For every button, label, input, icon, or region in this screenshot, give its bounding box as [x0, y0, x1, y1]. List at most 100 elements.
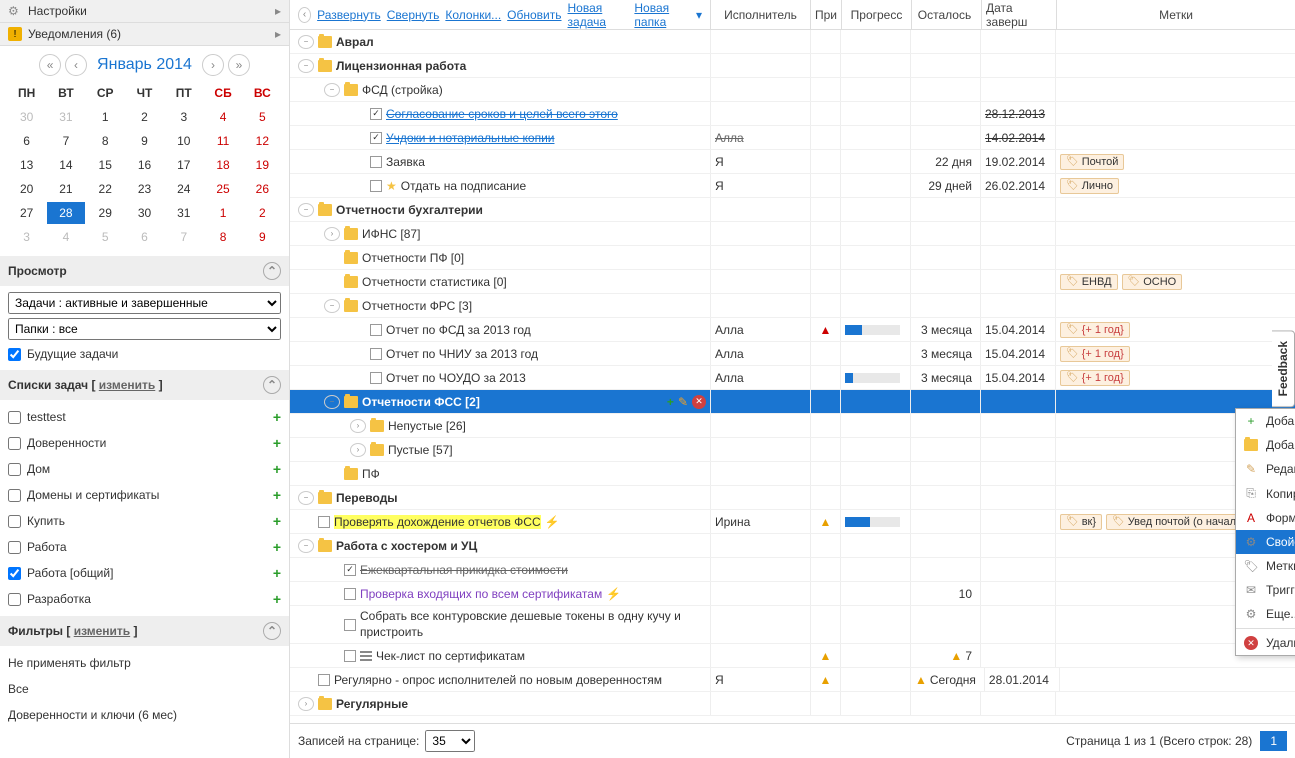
collapse-up-icon[interactable]: ⌃	[263, 622, 281, 640]
ctx-Триггеры[interactable]: ✉Триггеры	[1236, 578, 1295, 602]
notifications-row[interactable]: ! Уведомления (6) ▸	[0, 23, 289, 46]
cal-day[interactable]: 4	[204, 106, 241, 128]
task-checkbox[interactable]	[370, 156, 382, 168]
task-checkbox[interactable]	[370, 372, 382, 384]
cal-day[interactable]: 7	[165, 226, 202, 248]
tag[interactable]: 🏷ЕНВД	[1060, 274, 1118, 290]
folder-row[interactable]: −Аврал	[290, 30, 1295, 54]
expand-toggle[interactable]: −	[298, 203, 314, 217]
cal-day[interactable]: 23	[126, 178, 163, 200]
task-row[interactable]: ★Отдать на подписаниеЯ29 дней26.02.2014🏷…	[290, 174, 1295, 198]
col-tags[interactable]: Метки	[1056, 0, 1295, 29]
folder-row[interactable]: −Отчетности ФСС [2]+✎✕	[290, 390, 1295, 414]
expand-toggle[interactable]: −	[298, 35, 314, 49]
cal-day[interactable]: 4	[47, 226, 84, 248]
cal-day[interactable]: 3	[165, 106, 202, 128]
edit-link[interactable]: изменить	[74, 624, 130, 638]
tasklist-item[interactable]: Работа [общий]+	[8, 562, 281, 584]
cal-first-button[interactable]: «	[39, 54, 61, 76]
cal-day[interactable]: 20	[8, 178, 45, 200]
cal-day[interactable]: 30	[8, 106, 45, 128]
cal-day[interactable]: 9	[126, 130, 163, 152]
expand-toggle[interactable]: −	[298, 539, 314, 553]
task-checkbox[interactable]	[370, 324, 382, 336]
ctx-Метки[interactable]: 🏷Метки	[1236, 554, 1295, 578]
feedback-tab[interactable]: Feedback	[1272, 330, 1295, 407]
cal-day[interactable]: 8	[204, 226, 241, 248]
cal-title[interactable]: Январь 2014	[97, 56, 192, 74]
row-edit-icon[interactable]: ✎	[678, 395, 688, 409]
tasklist-item[interactable]: Дом+	[8, 458, 281, 480]
collapse-link[interactable]: Свернуть	[387, 8, 440, 22]
col-due[interactable]: Дата заверш	[981, 0, 1056, 29]
cal-day[interactable]: 17	[165, 154, 202, 176]
page-1-button[interactable]: 1	[1260, 731, 1287, 751]
row-add-icon[interactable]: +	[667, 395, 674, 409]
folder-row[interactable]: −Отчетности бухгалтерии	[290, 198, 1295, 222]
folder-row[interactable]: ПФ	[290, 462, 1295, 486]
cal-day[interactable]: 3	[8, 226, 45, 248]
ctx-Добавить задачу[interactable]: +Добавить задачу	[1236, 409, 1295, 433]
cal-day[interactable]: 30	[126, 202, 163, 224]
expand-toggle[interactable]: −	[298, 59, 314, 73]
tag[interactable]: 🏷{+ 1 год}	[1060, 370, 1130, 386]
ctx-Копировать[interactable]: ⎘Копировать	[1236, 481, 1295, 506]
dropdown-icon[interactable]: ▾	[696, 8, 702, 22]
plus-icon[interactable]: +	[273, 591, 281, 607]
col-progress[interactable]: Прогресс	[841, 0, 911, 29]
folder-row[interactable]: ›Пустые [57]	[290, 438, 1295, 462]
filter-item[interactable]: Не применять фильтр	[8, 652, 281, 674]
future-tasks-checkbox[interactable]: Будущие задачи	[8, 344, 281, 364]
tag[interactable]: 🏷Лично	[1060, 178, 1119, 194]
plus-icon[interactable]: +	[273, 487, 281, 503]
col-remaining[interactable]: Осталось	[911, 0, 981, 29]
columns-link[interactable]: Колонки...	[445, 8, 501, 22]
expand-toggle[interactable]: −	[324, 395, 340, 409]
task-row[interactable]: Регулярно - опрос исполнителей по новым …	[290, 668, 1295, 692]
tag[interactable]: 🏷вк}	[1060, 514, 1102, 530]
cal-day[interactable]: 5	[87, 226, 124, 248]
cal-day[interactable]: 10	[165, 130, 202, 152]
folder-row[interactable]: −Работа с хостером и УЦ	[290, 534, 1295, 558]
task-checkbox[interactable]	[344, 619, 356, 631]
expand-toggle[interactable]: −	[324, 299, 340, 313]
col-priority[interactable]: При	[810, 0, 841, 29]
cal-day[interactable]: 15	[87, 154, 124, 176]
cal-day[interactable]: 12	[244, 130, 281, 152]
expand-toggle[interactable]: ›	[350, 443, 366, 457]
cal-day[interactable]: 2	[244, 202, 281, 224]
new-folder-link[interactable]: Новая папка	[634, 1, 690, 29]
cal-day[interactable]: 25	[204, 178, 241, 200]
folder-row[interactable]: ›Непустые [26]	[290, 414, 1295, 438]
settings-row[interactable]: ⚙ Настройки ▸	[0, 0, 289, 23]
cal-day[interactable]: 29	[87, 202, 124, 224]
task-row[interactable]: Собрать все контуровские дешевые токены …	[290, 606, 1295, 644]
cal-day[interactable]: 6	[126, 226, 163, 248]
ctx-Добавить папку[interactable]: Добавить папку	[1236, 433, 1295, 457]
cal-prev-button[interactable]: ‹	[65, 54, 87, 76]
folder-row[interactable]: Отчетности статистика [0]🏷ЕНВД🏷ОСНО	[290, 270, 1295, 294]
tag[interactable]: 🏷Увед почтой (о начале)	[1106, 514, 1252, 530]
tasklist-item[interactable]: Домены и сертификаты+	[8, 484, 281, 506]
task-checkbox[interactable]	[344, 588, 356, 600]
plus-icon[interactable]: +	[273, 539, 281, 555]
task-row[interactable]: ✓Ежеквартальная прикидка стоимости	[290, 558, 1295, 582]
refresh-link[interactable]: Обновить	[507, 8, 561, 22]
cal-day[interactable]: 6	[8, 130, 45, 152]
folder-row[interactable]: −ФСД (стройка)	[290, 78, 1295, 102]
folder-row[interactable]: −Отчетности ФРС [3]	[290, 294, 1295, 318]
folders-select[interactable]: Папки : все	[8, 318, 281, 340]
row-delete-icon[interactable]: ✕	[692, 395, 706, 409]
task-row[interactable]: Отчет по ЧОУДО за 2013Алла3 месяца15.04.…	[290, 366, 1295, 390]
plus-icon[interactable]: +	[273, 409, 281, 425]
expand-toggle[interactable]: −	[324, 83, 340, 97]
cal-day[interactable]: 21	[47, 178, 84, 200]
task-checkbox[interactable]	[370, 348, 382, 360]
collapse-all-button[interactable]: ‹	[298, 7, 311, 23]
cal-day[interactable]: 16	[126, 154, 163, 176]
expand-toggle[interactable]: ›	[324, 227, 340, 241]
col-assignee[interactable]: Исполнитель	[710, 0, 810, 29]
cal-day[interactable]: 13	[8, 154, 45, 176]
folder-row[interactable]: −Лицензионная работа	[290, 54, 1295, 78]
task-checkbox[interactable]	[318, 516, 330, 528]
